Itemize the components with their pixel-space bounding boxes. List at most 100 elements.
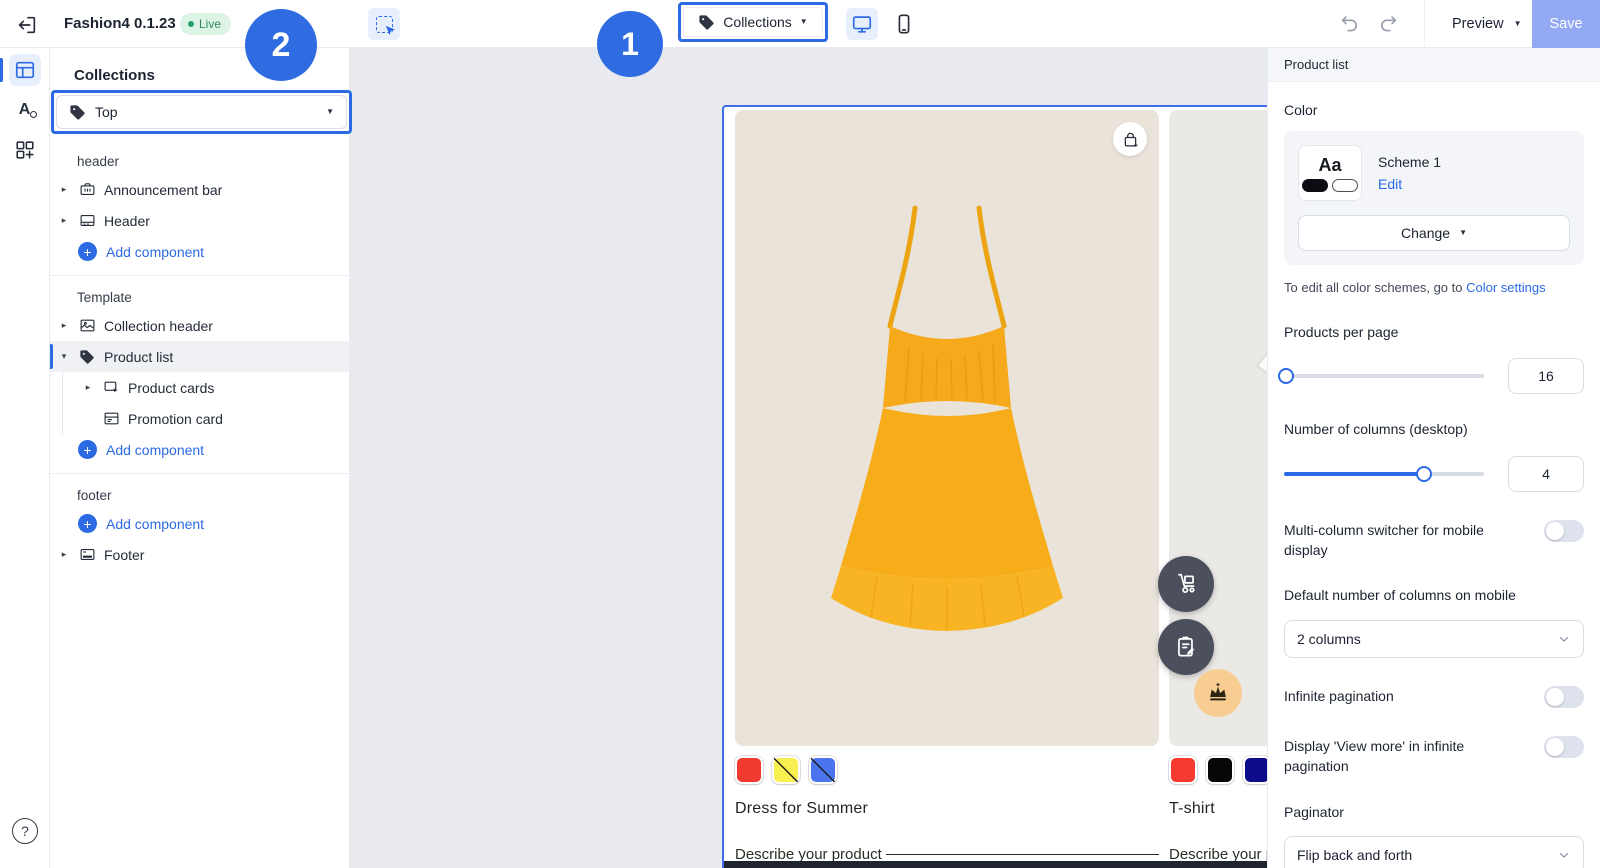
mobile-view-button[interactable]: [888, 8, 920, 40]
undo-button[interactable]: [1334, 8, 1366, 40]
add-component-label: Add component: [106, 515, 205, 532]
tree-item-label: Product cards: [128, 379, 215, 396]
tree-section-footer: footer: [77, 487, 112, 503]
caret-down-icon: ▼: [1513, 19, 1522, 28]
mobile-columns-value: 2 columns: [1297, 630, 1361, 647]
color-scheme-preview: Aa: [1298, 145, 1362, 201]
tag-icon: [78, 348, 96, 366]
desktop-view-button[interactable]: [846, 8, 878, 40]
crown-icon: [1206, 681, 1230, 705]
color-settings-note: To edit all color schemes, go to Color s…: [1284, 279, 1584, 297]
preview-canvas: Dress for Summer Describe your product T…: [350, 48, 1600, 868]
annotation-box-collections: Collections ▼: [678, 2, 828, 42]
tree-item-label: Footer: [104, 546, 145, 563]
theme-editor-app: Fashion4 0.1.23 Live Preview ▼ Save Coll…: [0, 0, 1600, 868]
rail-item-typography[interactable]: A: [9, 94, 41, 126]
rail-item-sections[interactable]: [0, 54, 41, 86]
annotation-step-2: 2: [245, 9, 317, 81]
tree-divider: [50, 473, 349, 474]
mobile-columns-label: Default number of columns on mobile: [1284, 587, 1516, 604]
chevron-down-icon[interactable]: ▾: [58, 351, 70, 362]
help-icon: ?: [21, 823, 29, 839]
color-scheme-card: Aa Scheme 1 Edit Change ▼: [1284, 131, 1584, 265]
page-type-dropdown[interactable]: Collections ▼: [683, 7, 823, 37]
chevron-right-icon[interactable]: ▸: [58, 320, 70, 331]
caret-down-icon: ▼: [799, 17, 808, 26]
color-swatch-blue-unavailable[interactable]: [809, 756, 837, 784]
columns-desktop-slider[interactable]: [1284, 465, 1484, 482]
exit-editor-button[interactable]: [14, 12, 40, 38]
slider-thumb[interactable]: [1278, 368, 1294, 385]
chevron-right-icon[interactable]: ▸: [58, 549, 70, 560]
live-status-badge: Live: [180, 13, 232, 35]
products-per-page-input[interactable]: [1508, 358, 1584, 395]
mobile-switcher-toggle[interactable]: [1544, 519, 1584, 542]
preview-button[interactable]: Preview ▼: [1438, 0, 1536, 48]
tree-item-product-list[interactable]: ▾ Product list: [50, 341, 349, 372]
columns-desktop-label: Number of columns (desktop): [1284, 421, 1468, 438]
scheme-edit-link[interactable]: Edit: [1378, 176, 1441, 192]
add-component-button-header[interactable]: + Add component: [50, 236, 349, 267]
paginator-select[interactable]: Flip back and forth: [1284, 836, 1584, 868]
tree-item-promotion-card[interactable]: Promotion card: [63, 403, 349, 434]
inspector-header: Product list: [1268, 48, 1600, 82]
chevron-right-icon[interactable]: ▸: [58, 215, 70, 226]
chevron-right-icon[interactable]: ▸: [58, 184, 70, 195]
color-swatch-yellow-unavailable[interactable]: [772, 756, 800, 784]
change-scheme-button[interactable]: Change ▼: [1298, 215, 1570, 251]
mobile-columns-select[interactable]: 2 columns: [1284, 619, 1584, 658]
element-selector-button[interactable]: [368, 8, 400, 40]
tree-item-product-cards[interactable]: ▸ Product cards: [63, 372, 349, 403]
color-settings-link[interactable]: Color settings: [1466, 280, 1545, 295]
add-component-button-footer[interactable]: + Add component: [50, 508, 349, 539]
color-section-label: Color: [1284, 102, 1318, 118]
yellow-dress-illustration: [831, 205, 1063, 631]
color-swatch-black[interactable]: [1206, 756, 1234, 784]
rail-item-components[interactable]: [9, 134, 41, 166]
tree-item-announcement-bar[interactable]: ▸ Announcement bar: [50, 174, 349, 205]
caret-down-icon: ▼: [326, 107, 334, 116]
help-button[interactable]: ?: [12, 818, 38, 844]
scheme-light-pill: [1332, 178, 1358, 192]
announcement-bar-icon: [78, 181, 96, 199]
color-swatch-red[interactable]: [735, 756, 763, 784]
scheme-preview-text: Aa: [1318, 154, 1342, 175]
sections-layout-icon: [14, 59, 36, 81]
chevron-down-icon: [1559, 853, 1569, 858]
settings-inspector: Product list Color Aa Scheme 1 Edit Chan…: [1267, 48, 1600, 868]
add-to-cart-button[interactable]: [1113, 122, 1147, 156]
order-form-widget-button[interactable]: [1158, 619, 1214, 675]
tree-divider: [50, 275, 349, 276]
premium-feature-button[interactable]: [1194, 669, 1242, 717]
component-tree: header ▸ Announcement bar ▸ Header + Add…: [50, 148, 349, 570]
chevron-right-icon[interactable]: ▸: [82, 382, 94, 393]
typography-icon: A: [19, 101, 38, 119]
exit-icon: [16, 14, 38, 36]
products-per-page-slider[interactable]: [1278, 368, 1484, 385]
tree-item-label: Product list: [104, 348, 174, 365]
tree-item-header[interactable]: ▸ Header: [50, 205, 349, 236]
add-component-button-template[interactable]: + Add component: [50, 434, 349, 465]
tree-item-label: Collection header: [104, 317, 213, 334]
tree-item-collection-header[interactable]: ▸ Collection header: [50, 310, 349, 341]
tag-icon: [698, 14, 715, 31]
redo-button[interactable]: [1372, 8, 1404, 40]
tree-item-label: Announcement bar: [104, 181, 223, 198]
product-image-dress[interactable]: [735, 110, 1159, 746]
infinite-pagination-toggle[interactable]: [1544, 685, 1584, 708]
tag-icon: [69, 104, 86, 121]
product-title[interactable]: Dress for Summer: [735, 800, 1159, 818]
tree-item-footer[interactable]: ▸ Footer: [50, 539, 349, 570]
columns-desktop-input[interactable]: [1508, 455, 1584, 492]
quick-order-widget-button[interactable]: [1158, 556, 1214, 612]
collection-page-selector[interactable]: Top ▼: [56, 95, 347, 129]
product-list-children: ▸ Product cards Promotion card: [62, 372, 349, 434]
selector-icon: [375, 15, 395, 35]
product-card-dress[interactable]: Dress for Summer Describe your product: [735, 110, 1159, 864]
left-icon-rail: A ?: [0, 48, 50, 868]
slider-thumb[interactable]: [1416, 465, 1432, 482]
scheme-dark-pill: [1302, 178, 1328, 192]
color-swatch-red[interactable]: [1169, 756, 1197, 784]
save-button[interactable]: Save: [1532, 0, 1600, 48]
view-more-toggle[interactable]: [1544, 735, 1584, 758]
